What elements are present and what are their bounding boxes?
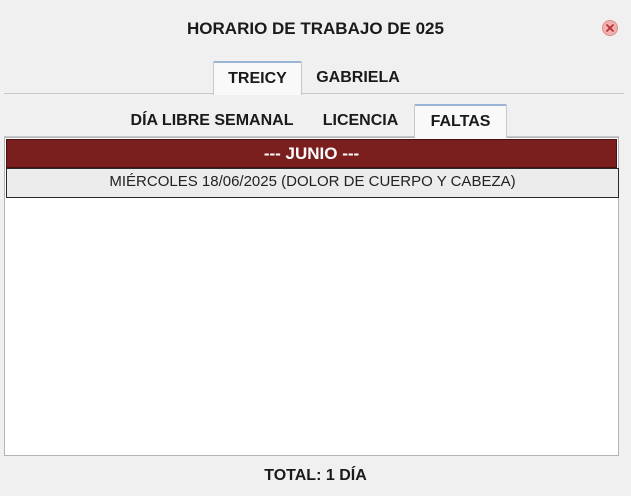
list-item[interactable]: MIÉRCOLES 18/06/2025 (DOLOR DE CUERPO Y … bbox=[6, 168, 619, 198]
window-title: HORARIO DE TRABAJO DE 025 bbox=[187, 19, 444, 38]
tab-licencia[interactable]: LICENCIA bbox=[308, 104, 413, 137]
tab-treicy[interactable]: TREICY bbox=[213, 61, 302, 95]
absence-list[interactable]: --- JUNIO --- MIÉRCOLES 18/06/2025 (DOLO… bbox=[4, 137, 619, 456]
total-label: TOTAL: 1 DÍA bbox=[264, 467, 367, 484]
close-button[interactable] bbox=[602, 20, 618, 36]
tab-dia-libre-semanal[interactable]: DÍA LIBRE SEMANAL bbox=[118, 104, 306, 137]
person-tab-bar: TREICY GABRIELA bbox=[0, 61, 631, 95]
close-icon bbox=[606, 24, 614, 32]
category-tab-bar: DÍA LIBRE SEMANAL LICENCIA FALTAS bbox=[0, 104, 631, 138]
tab-faltas[interactable]: FALTAS bbox=[414, 104, 507, 138]
tab-gabriela[interactable]: GABRIELA bbox=[306, 61, 410, 94]
month-header: --- JUNIO --- bbox=[6, 139, 617, 168]
